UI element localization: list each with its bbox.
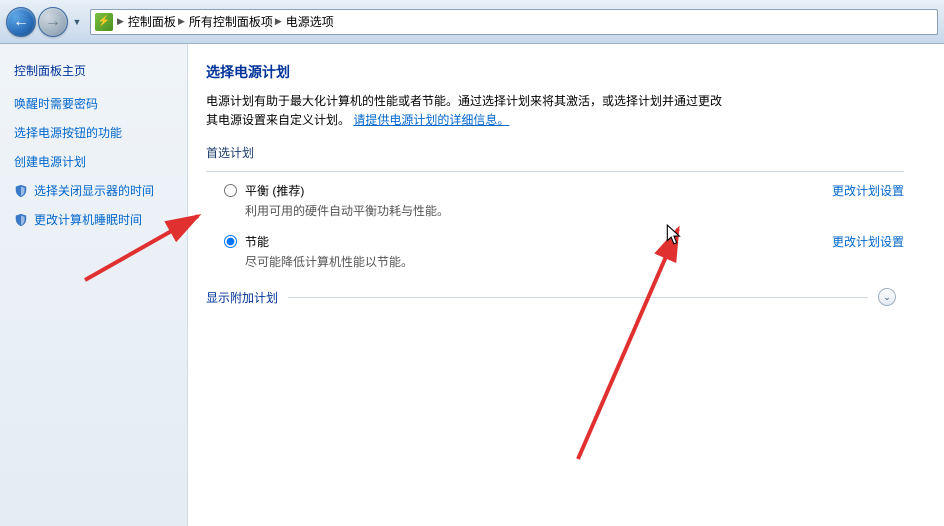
address-bar-area: ← → ▼ ▶ 控制面板 ▶ 所有控制面板项 ▶ 电源选项 <box>0 0 944 44</box>
plan-name-balanced: 平衡 (推荐) <box>245 182 812 199</box>
plan-name-saver: 节能 <box>245 233 812 250</box>
separator <box>206 171 904 172</box>
breadcrumb-label: 电源选项 <box>286 13 334 30</box>
main-content: 选择电源计划 电源计划有助于最大化计算机的性能或者节能。通过选择计划来将其激活，… <box>188 44 944 526</box>
section-preferred-plans: 首选计划 <box>206 144 904 161</box>
plan-sub-balanced: 利用可用的硬件自动平衡功耗与性能。 <box>245 202 812 219</box>
sidebar-link-power-button[interactable]: 选择电源按钮的功能 <box>14 124 173 141</box>
additional-plans-label: 显示附加计划 <box>206 289 278 306</box>
sidebar-link-sleep-time[interactable]: 更改计算机睡眠时间 <box>14 211 173 228</box>
plan-row-saver: 节能 尽可能降低计算机性能以节能。 更改计划设置 <box>206 233 904 270</box>
sidebar: 控制面板主页 唤醒时需要密码 选择电源按钮的功能 创建电源计划 选择关闭显示器的… <box>0 44 188 526</box>
sidebar-link-create-plan[interactable]: 创建电源计划 <box>14 153 173 170</box>
breadcrumb-label: 控制面板 <box>128 13 176 30</box>
back-button[interactable]: ← <box>6 7 36 37</box>
chevron-down-icon: ⌄ <box>883 292 891 303</box>
chevron-right-icon: ▶ <box>178 16 185 27</box>
page-title: 选择电源计划 <box>206 62 904 82</box>
arrow-left-icon: ← <box>13 14 29 30</box>
shield-icon <box>14 213 28 227</box>
change-settings-link-saver[interactable]: 更改计划设置 <box>812 233 904 250</box>
change-settings-link-balanced[interactable]: 更改计划设置 <box>812 182 904 199</box>
sidebar-link-wake-password[interactable]: 唤醒时需要密码 <box>14 95 173 112</box>
plan-radio-balanced[interactable] <box>224 184 237 197</box>
sidebar-item-label: 更改计算机睡眠时间 <box>34 211 142 228</box>
expand-button[interactable]: ⌄ <box>878 288 896 306</box>
sidebar-title: 控制面板主页 <box>14 62 173 79</box>
history-dropdown[interactable]: ▼ <box>70 7 84 37</box>
breadcrumb-seg-power-options[interactable]: 电源选项 <box>286 13 334 30</box>
additional-plans-row: 显示附加计划 ⌄ <box>206 288 904 306</box>
breadcrumb-seg-control-panel[interactable]: 控制面板 ▶ <box>128 13 185 30</box>
page-description: 电源计划有助于最大化计算机的性能或者节能。通过选择计划来将其激活，或选择计划并通… <box>206 92 726 130</box>
plan-row-balanced: 平衡 (推荐) 利用可用的硬件自动平衡功耗与性能。 更改计划设置 <box>206 182 904 219</box>
separator <box>288 297 868 298</box>
chevron-right-icon: ▶ <box>117 16 124 27</box>
power-options-icon <box>95 13 113 31</box>
arrow-right-icon: → <box>45 14 61 30</box>
plan-sub-saver: 尽可能降低计算机性能以节能。 <box>245 253 812 270</box>
sidebar-item-label: 选择关闭显示器的时间 <box>34 182 154 199</box>
plan-radio-saver[interactable] <box>224 235 237 248</box>
forward-button[interactable]: → <box>38 7 68 37</box>
chevron-right-icon: ▶ <box>275 16 282 27</box>
breadcrumb[interactable]: ▶ 控制面板 ▶ 所有控制面板项 ▶ 电源选项 <box>90 9 938 35</box>
breadcrumb-seg-all-items[interactable]: 所有控制面板项 ▶ <box>189 13 282 30</box>
shield-icon <box>14 184 28 198</box>
more-info-link[interactable]: 请提供电源计划的详细信息。 <box>353 113 509 127</box>
sidebar-link-display-off[interactable]: 选择关闭显示器的时间 <box>14 182 173 199</box>
breadcrumb-label: 所有控制面板项 <box>189 13 273 30</box>
nav-buttons: ← → ▼ <box>6 7 84 37</box>
